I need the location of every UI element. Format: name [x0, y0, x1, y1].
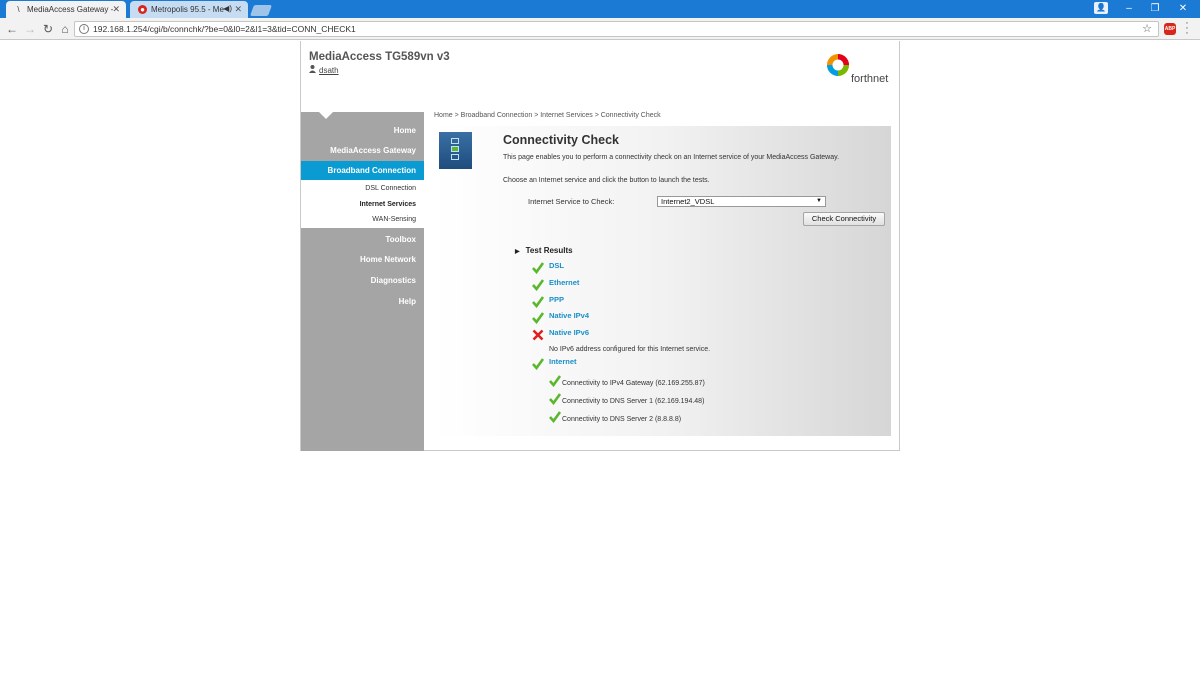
back-arrow-icon[interactable]: ←	[4, 21, 20, 37]
user-link[interactable]: dsath	[309, 65, 339, 75]
pass-check-icon	[549, 375, 561, 387]
sidebar-item-broadband-connection[interactable]: Broadband Connection	[301, 161, 424, 180]
reload-icon[interactable]: ↻	[40, 21, 56, 37]
sidebar-item-home[interactable]: Home	[394, 126, 416, 135]
connectivity-check-panel: Connectivity Check This page enables you…	[434, 126, 891, 436]
check-connectivity-button[interactable]: Check Connectivity	[803, 212, 885, 226]
sidebar-item-toolbox[interactable]: Toolbox	[385, 235, 416, 244]
sidebar-item-home-network[interactable]: Home Network	[360, 255, 416, 264]
service-field-label: Internet Service to Check:	[528, 197, 615, 206]
maximize-button[interactable]: ❐	[1144, 2, 1166, 16]
menu-icon[interactable]: · · ·	[1182, 18, 1192, 39]
test-result-native-ipv6[interactable]: Native IPv6	[549, 328, 589, 337]
test-result-dsl[interactable]: DSL	[549, 261, 564, 270]
check-ipv4-gateway: Connectivity to IPv4 Gateway (62.169.255…	[562, 380, 705, 387]
pass-check-icon	[532, 262, 544, 274]
page-icon: \	[17, 5, 20, 14]
subnav-item-dsl-connection[interactable]: DSL Connection	[365, 185, 416, 192]
internet-service-select[interactable]: Internet2_VDSL ▼	[657, 196, 826, 207]
pass-check-icon	[532, 296, 544, 308]
pass-check-icon	[532, 279, 544, 291]
subnav-item-wan-sensing[interactable]: WAN-Sensing	[372, 216, 416, 223]
pass-check-icon	[532, 312, 544, 324]
expand-triangle-icon: ▶	[515, 249, 520, 255]
radio-site-icon: ●	[138, 5, 147, 14]
speaker-icon[interactable]: ◀)	[223, 4, 232, 13]
forward-arrow-icon[interactable]: →	[22, 21, 38, 37]
sidebar-item-diagnostics[interactable]: Diagnostics	[371, 276, 416, 285]
sidebar-item-help[interactable]: Help	[399, 297, 416, 306]
test-result-ethernet[interactable]: Ethernet	[549, 278, 579, 287]
username: dsath	[319, 66, 339, 75]
pass-check-icon	[549, 411, 561, 423]
profile-icon[interactable]: 👤	[1094, 2, 1108, 14]
page-description: This page enables you to perform a conne…	[503, 154, 840, 161]
test-result-native-ipv4[interactable]: Native IPv4	[549, 311, 589, 320]
fail-cross-icon	[532, 329, 544, 341]
page-instruction: Choose an Internet service and click the…	[503, 177, 710, 184]
tab-label: MediaAccess Gateway -	[27, 5, 114, 14]
product-title: MediaAccess TG589vn v3	[309, 51, 450, 63]
user-icon	[309, 65, 316, 75]
pass-check-icon	[549, 393, 561, 405]
selected-service: Internet2_VDSL	[661, 197, 715, 206]
ipv6-note: No IPv6 address configured for this Inte…	[549, 346, 711, 353]
close-window-button[interactable]: ✕	[1172, 2, 1194, 16]
pass-check-icon	[532, 358, 544, 370]
new-tab-button[interactable]	[249, 5, 273, 16]
subnav-item-internet-services[interactable]: Internet Services	[360, 201, 416, 208]
browser-toolbar: ← → ↻ ⌂ i 192.168.1.254/cgi/b/connchk/?b…	[0, 18, 1200, 40]
home-icon[interactable]: ⌂	[57, 21, 73, 37]
tab-metropolis[interactable]: ● Metropolis 95.5 - Me ◀) ✕	[130, 1, 248, 18]
dropdown-arrow-icon: ▼	[816, 198, 822, 204]
sidebar-subnav: DSL Connection Internet Services WAN-Sen…	[301, 180, 424, 228]
sidebar-item-mediaaccess-gateway[interactable]: MediaAccess Gateway	[330, 146, 416, 155]
breadcrumb[interactable]: Home > Broadband Connection > Internet S…	[434, 112, 661, 119]
page-title: Connectivity Check	[503, 133, 620, 147]
check-dns-server-1: Connectivity to DNS Server 1 (62.169.194…	[562, 398, 705, 405]
bookmark-star-icon[interactable]: ☆	[1142, 22, 1152, 36]
url-text: 192.168.1.254/cgi/b/connchk/?be=0&l0=2&l…	[93, 24, 356, 34]
tab-mediaaccess[interactable]: \ MediaAccess Gateway - ✕	[6, 1, 126, 18]
tab-label: Metropolis 95.5 - Me	[151, 5, 224, 14]
test-result-ppp[interactable]: PPP	[549, 295, 564, 304]
sidebar-notch	[319, 112, 333, 119]
close-tab-icon[interactable]: ✕	[234, 4, 242, 15]
address-bar[interactable]: i 192.168.1.254/cgi/b/connchk/?be=0&l0=2…	[74, 21, 1159, 37]
test-results-heading[interactable]: ▶ Test Results	[515, 246, 573, 255]
router-page: MediaAccess TG589vn v3 dsath forthnet Ho…	[300, 41, 900, 451]
info-icon[interactable]: i	[79, 24, 89, 34]
adblock-icon[interactable]: ABP	[1164, 23, 1176, 35]
brand-name: forthnet	[851, 73, 889, 85]
close-tab-icon[interactable]: ✕	[112, 4, 120, 15]
minimize-button[interactable]: –	[1118, 2, 1140, 16]
browser-titlebar: \ MediaAccess Gateway - ✕ ● Metropolis 9…	[0, 0, 1200, 18]
sidebar-nav: Home MediaAccess Gateway Broadband Conne…	[301, 112, 424, 451]
connectivity-check-icon	[439, 132, 472, 169]
test-result-internet[interactable]: Internet	[549, 357, 577, 366]
check-dns-server-2: Connectivity to DNS Server 2 (8.8.8.8)	[562, 416, 682, 423]
test-results-label: Test Results	[525, 246, 573, 255]
